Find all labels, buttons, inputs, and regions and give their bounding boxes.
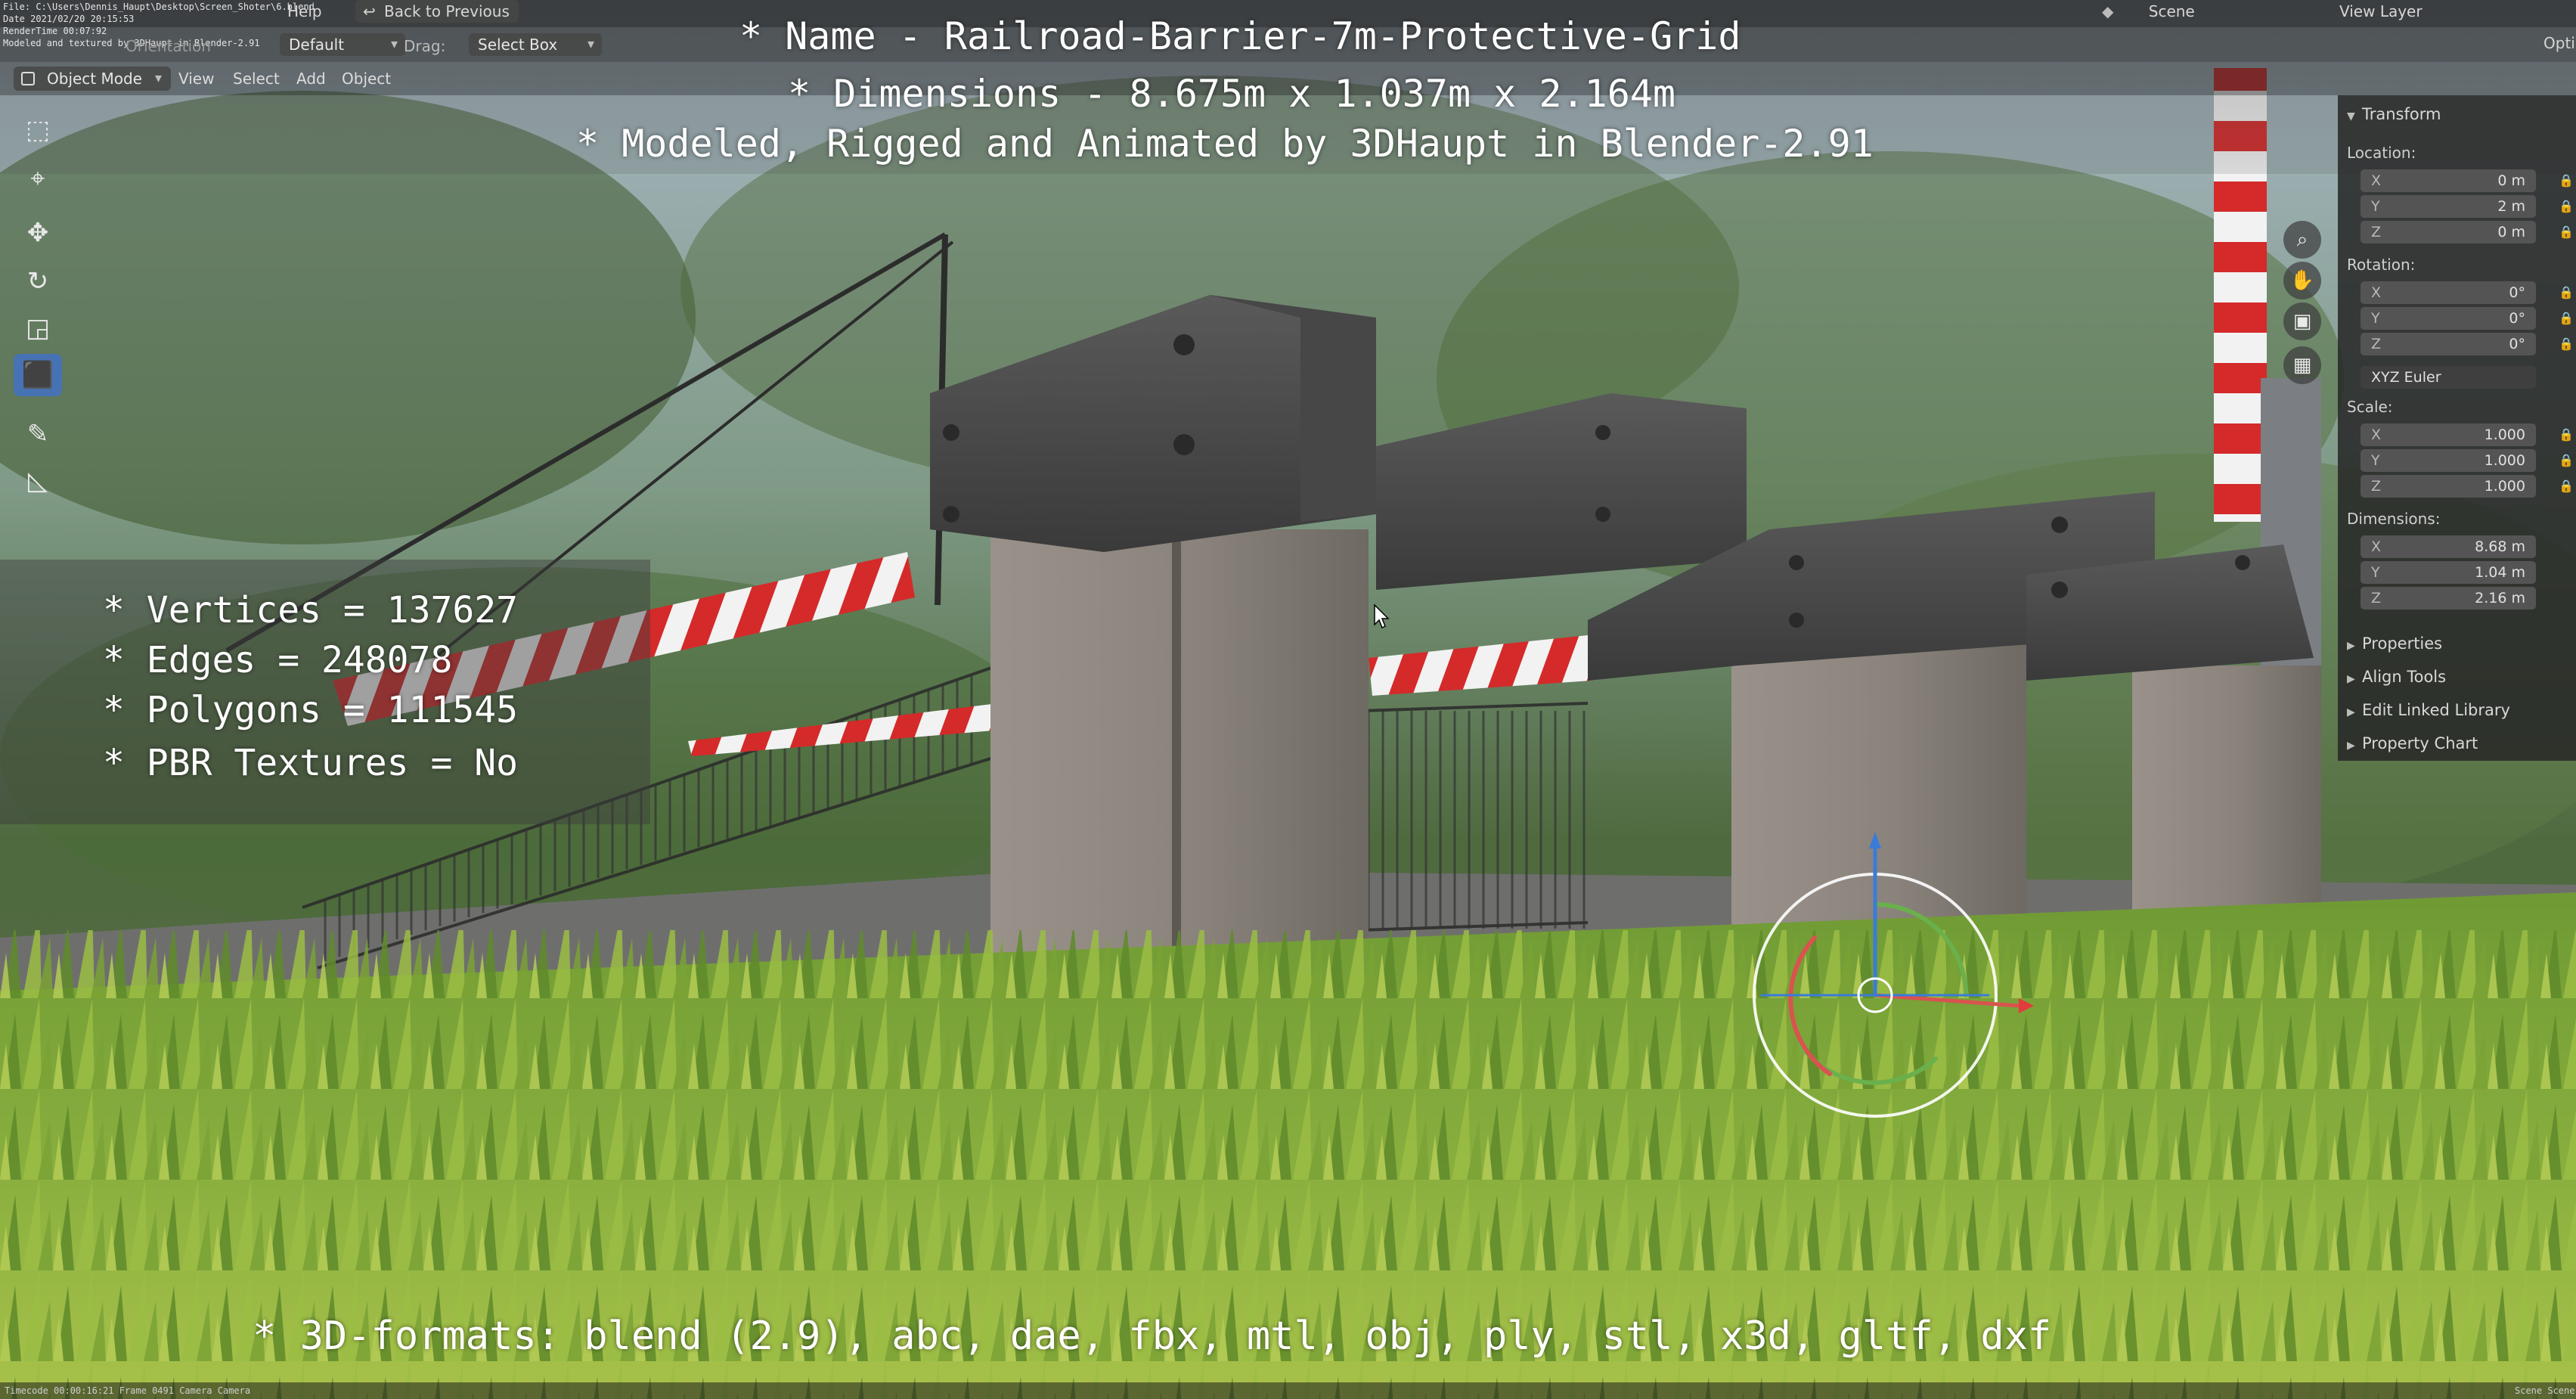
- annotate-tool[interactable]: ✎: [14, 413, 62, 455]
- lock-icon[interactable]: 🔒: [2559, 479, 2574, 493]
- select-box-tool[interactable]: ⬚: [14, 109, 62, 151]
- lock-icon[interactable]: 🔒: [2559, 225, 2574, 239]
- object-mode-icon: [21, 72, 35, 85]
- camera-icon: ▣: [2292, 310, 2312, 333]
- camera-view-button[interactable]: ▣: [2283, 302, 2321, 340]
- view-menu[interactable]: View: [178, 70, 214, 88]
- file-info-line: RenderTime 00:07:92: [3, 26, 107, 36]
- dimensions-label: Dimensions:: [2347, 510, 2441, 528]
- scale-icon: ◲: [25, 313, 51, 343]
- pencil-icon: ✎: [26, 419, 49, 449]
- hand-icon: ✋: [2289, 269, 2315, 292]
- model-credit: * Modeled, Rigged and Animated by 3DHaup…: [576, 122, 1874, 166]
- orientation-label: Orientation: [126, 37, 211, 55]
- grid-icon: ▦: [2292, 354, 2312, 377]
- status-left: Timecode 00:00:16:21 Frame 0491 Camera C…: [5, 1385, 251, 1396]
- dimensions-z-field[interactable]: Z 2.16 m: [2361, 587, 2536, 610]
- lock-icon[interactable]: 🔒: [2559, 286, 2574, 299]
- move-icon: ✥: [26, 218, 49, 248]
- ortho-toggle-button[interactable]: ▦: [2283, 346, 2321, 384]
- back-to-previous-button[interactable]: ↩ Back to Previous: [355, 0, 519, 23]
- chevron-right-icon: ▶: [2347, 673, 2355, 685]
- select-menu[interactable]: Select: [233, 70, 280, 88]
- file-info-line: File: C:\Users\Dennis_Haupt\Desktop\Scre…: [3, 2, 315, 12]
- transform-tool[interactable]: ⬛: [14, 354, 62, 396]
- dimensions-y-field[interactable]: Y 1.04 m: [2361, 561, 2536, 584]
- scale-z-field[interactable]: Z 1.000: [2361, 475, 2536, 498]
- help-menu[interactable]: Help: [287, 2, 322, 21]
- zoom-button[interactable]: ⌕: [2283, 221, 2321, 259]
- file-info-line: Date 2021/02/20 20:15:53: [3, 14, 135, 24]
- move-tool[interactable]: ✥: [14, 212, 62, 254]
- orientation-dropdown[interactable]: Default: [280, 33, 405, 56]
- location-label: Location:: [2347, 144, 2416, 162]
- stat-pbr-textures: * PBR Textures = No: [103, 742, 519, 784]
- lock-icon[interactable]: 🔒: [2559, 337, 2574, 351]
- measure-tool[interactable]: ◺: [14, 460, 62, 502]
- scale-x-field[interactable]: X 1.000: [2361, 423, 2536, 446]
- dimensions-x-field[interactable]: X 8.68 m: [2361, 535, 2536, 558]
- align-tools-panel-header[interactable]: ▶ Align Tools: [2347, 667, 2446, 689]
- model-dimensions: * Dimensions - 8.675m x 1.037m x 2.164m: [788, 72, 1675, 116]
- chevron-right-icon: ▶: [2347, 640, 2355, 652]
- stat-polygons: * Polygons = 111545: [103, 689, 519, 731]
- properties-panel-header[interactable]: ▶ Properties: [2347, 634, 2442, 656]
- location-z-field[interactable]: Z0 m: [2361, 221, 2536, 244]
- lock-icon[interactable]: 🔒: [2559, 174, 2574, 188]
- scene-selector[interactable]: ◆ Scene: [2102, 2, 2195, 21]
- view-layer-selector[interactable]: View Layer: [2306, 2, 2423, 21]
- status-bar: [0, 1382, 2576, 1399]
- mode-dropdown[interactable]: Object Mode: [14, 67, 171, 91]
- rotate-icon: ↻: [26, 266, 49, 296]
- status-right: Scene Scene: [2515, 1385, 2575, 1396]
- options-menu[interactable]: Opti: [2543, 33, 2575, 53]
- lock-icon[interactable]: 🔒: [2559, 454, 2574, 467]
- chevron-right-icon: ▶: [2347, 706, 2355, 718]
- lock-icon[interactable]: 🔒: [2559, 200, 2574, 213]
- scale-y-field[interactable]: Y 1.000: [2361, 449, 2536, 472]
- rotate-tool[interactable]: ↻: [14, 260, 62, 302]
- stat-vertices: * Vertices = 137627: [103, 589, 519, 631]
- model-name: * Name - Railroad-Barrier-7m-Protective-…: [739, 14, 1741, 58]
- chevron-right-icon: ▶: [2347, 740, 2355, 752]
- magnifier-icon: ⌕: [2296, 228, 2308, 251]
- rotation-x-field[interactable]: X 0°: [2361, 281, 2536, 304]
- scale-tool[interactable]: ◲: [14, 307, 62, 349]
- stat-edges: * Edges = 248078: [103, 639, 453, 681]
- scale-label: Scale:: [2347, 398, 2393, 416]
- location-y-field[interactable]: Y2 m: [2361, 195, 2536, 218]
- rotation-mode-dropdown[interactable]: XYZ Euler: [2361, 366, 2536, 389]
- lock-icon[interactable]: 🔒: [2559, 312, 2574, 325]
- lock-icon[interactable]: 🔒: [2559, 428, 2574, 442]
- cursor-tool[interactable]: ⌖: [14, 157, 62, 200]
- rotation-label: Rotation:: [2347, 256, 2416, 274]
- formats-caption: * 3D-formats: blend (2.9), abc, dae, fbx…: [253, 1314, 2052, 1359]
- location-x-field[interactable]: X0 m: [2361, 169, 2536, 192]
- pan-button[interactable]: ✋: [2283, 262, 2321, 299]
- transform-icon: ⬛: [21, 360, 54, 390]
- property-chart-panel-header[interactable]: ▶ Property Chart: [2347, 734, 2478, 755]
- ruler-icon: ◺: [27, 466, 48, 496]
- object-menu[interactable]: Object: [342, 70, 391, 88]
- scene-icon: ◆: [2102, 2, 2114, 20]
- back-icon: ↩: [363, 2, 376, 20]
- 3d-viewport[interactable]: File: C:\Users\Dennis_Haupt\Desktop\Scre…: [0, 0, 2576, 1399]
- rotation-y-field[interactable]: Y 0°: [2361, 307, 2536, 330]
- chevron-down-icon: ▼: [2347, 110, 2355, 123]
- add-menu[interactable]: Add: [296, 70, 326, 88]
- edit-linked-library-panel-header[interactable]: ▶ Edit Linked Library: [2347, 700, 2510, 722]
- drag-label: Drag:: [404, 37, 446, 55]
- cursor-select-icon: ⬚: [25, 115, 51, 145]
- drag-dropdown[interactable]: Select Box: [469, 33, 602, 56]
- crosshair-icon: ⌖: [30, 163, 45, 194]
- transform-panel-header[interactable]: ▼ Transform: [2347, 104, 2441, 126]
- mouse-cursor-icon: [1374, 603, 1390, 629]
- rotation-z-field[interactable]: Z 0°: [2361, 333, 2536, 355]
